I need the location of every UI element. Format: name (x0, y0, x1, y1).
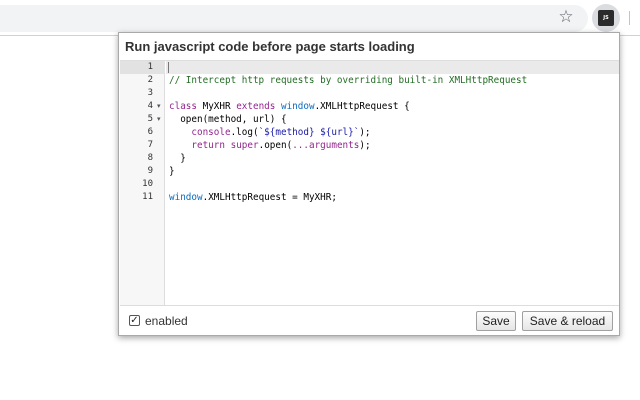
code-editor[interactable]: 1 2 3 4 5 6 7 8 9 10 11 ▾ ▾ // Intercept http requ… (120, 60, 619, 306)
star-icon[interactable]: ☆ (556, 7, 576, 27)
keyword-super: super (230, 140, 259, 151)
code-text: open(method, url) { (169, 114, 287, 125)
line-number: 5 (147, 114, 153, 124)
code-text: .XMLHttpRequest { (314, 101, 410, 112)
toolbar-divider (629, 11, 630, 25)
code-line-4: class MyXHR extends window.XMLHttpReques… (169, 100, 410, 113)
line-number: 2 (147, 75, 153, 85)
save-reload-button[interactable]: Save & reload (522, 311, 613, 331)
code-text: ); (359, 127, 371, 138)
template-string: `${method} ${url}` (258, 127, 360, 138)
popup-title: Run javascript code before page starts l… (125, 39, 415, 54)
code-text: } (169, 153, 186, 164)
text-cursor (168, 62, 169, 73)
code-text: .log( (230, 127, 259, 138)
code-line-8: } (169, 152, 186, 165)
code-text: } (169, 166, 175, 177)
code-line-5: open(method, url) { (169, 113, 287, 126)
code-text: .XMLHttpRequest = MyXHR; (202, 192, 337, 203)
line-number: 7 (147, 140, 153, 150)
js-extension-icon[interactable]: JS (598, 10, 614, 26)
line-number: 11 (142, 192, 153, 202)
code-console: console (191, 127, 231, 138)
line-number: 4 (147, 101, 153, 111)
code-line-2: // Intercept http requests by overriding… (169, 74, 527, 87)
extension-popup: Run javascript code before page starts l… (118, 32, 620, 336)
active-line-highlight (166, 61, 619, 74)
line-number: 8 (147, 153, 153, 163)
line-number: 1 (147, 62, 153, 72)
line-number: 3 (147, 88, 153, 98)
builtin-window: window (275, 101, 315, 112)
fold-arrow-icon[interactable]: ▾ (157, 100, 165, 113)
popup-footer: ✓ enabled Save Save & reload (119, 307, 619, 335)
enabled-label[interactable]: enabled (145, 314, 188, 328)
address-bar[interactable] (0, 5, 588, 32)
keyword-return: return (191, 140, 225, 151)
code-line-6: console.log(`${method} ${url}`); (169, 126, 371, 139)
line-number: 10 (142, 179, 153, 189)
keyword-class: class (169, 101, 197, 112)
save-button[interactable]: Save (476, 311, 516, 331)
enabled-checkbox[interactable]: ✓ (129, 315, 140, 326)
class-name: MyXHR (197, 101, 237, 112)
line-number: 6 (147, 127, 153, 137)
code-line-9: } (169, 165, 175, 178)
line-number: 9 (147, 166, 153, 176)
code-line-11: window.XMLHttpRequest = MyXHR; (169, 191, 337, 204)
spread-arguments: ...arguments (292, 140, 360, 151)
code-comment: // Intercept http requests by overriding… (169, 75, 528, 86)
browser-toolbar: ☆ JS (0, 0, 640, 36)
code-line-7: return super.open(...arguments); (169, 139, 371, 152)
fold-arrow-icon[interactable]: ▾ (157, 113, 165, 126)
code-text: ); (359, 140, 371, 151)
code-text: .open( (258, 140, 293, 151)
keyword-extends: extends (236, 101, 276, 112)
builtin-window: window (169, 192, 203, 203)
